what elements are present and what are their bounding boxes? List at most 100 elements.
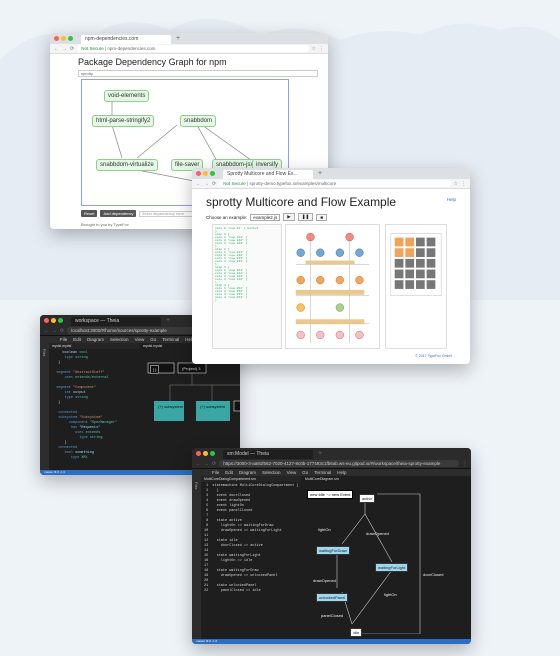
close-icon[interactable] [196,451,201,456]
new-tab-icon[interactable]: + [166,317,170,324]
menu-item[interactable]: Terminal [162,337,179,342]
menu-icon[interactable]: ⋮ [461,181,466,187]
back-icon[interactable]: ← [44,328,49,334]
close-icon[interactable] [196,171,201,176]
diagram-node[interactable]: [ ] [150,365,160,374]
close-icon[interactable] [44,318,49,323]
reload-icon[interactable]: ⟳ [212,181,216,187]
reset-button[interactable]: Reset [81,210,98,217]
menu-icon[interactable]: ⋮ [462,461,467,467]
new-tab-icon[interactable]: + [318,450,322,457]
core-overview [385,224,447,349]
url-field[interactable]: Not Secure | npm-dependencies.com [77,45,309,52]
forward-icon[interactable]: → [204,181,209,187]
code-panel[interactable]: core 0 'new k1' { bo=4+1} step 1 {core 1 … [212,224,282,349]
menu-item[interactable]: View [135,337,145,342]
pause-button[interactable]: ❚❚ [297,213,314,221]
menu-item[interactable]: Selection [110,337,129,342]
menu-item[interactable]: Edit [225,470,233,475]
transition-label: doorClosed [423,572,444,577]
maximize-icon[interactable] [68,36,73,41]
editor-tab[interactable]: MultiCoreDialogCompartment.sm [201,476,301,482]
back-icon[interactable]: ← [196,181,201,187]
page-title: sprotty Multicore and Flow Example [206,195,397,209]
star-icon[interactable]: ☆ [454,181,458,187]
back-icon[interactable]: ← [54,46,59,52]
state-waiting-for-draw[interactable]: waitingForDraw [316,546,350,555]
state-waiting-for-light[interactable]: waitingForLight [375,563,409,572]
example-select[interactable]: example2.js [250,213,281,221]
url-field[interactable]: https://3000-3-aa81f562-7020-4127-8c0b-1… [219,460,459,467]
note-node[interactable]: new Idle ~> new Event [307,490,354,499]
close-icon[interactable] [54,36,59,41]
menu-item[interactable]: Diagram [239,470,256,475]
code-editor[interactable]: 1 statemachine MultiCoreDialogCompartmen… [204,484,299,594]
minimize-icon[interactable] [203,171,208,176]
address-bar: ← → ⟳ https://3000-3-aa81f562-7020-4127-… [192,459,471,469]
menu-icon[interactable]: ⋮ [319,46,324,52]
graph-node[interactable]: html-parse-stringify2 [92,115,155,127]
explorer-icon[interactable]: Files [194,482,198,489]
explorer-icon[interactable]: Files [42,349,46,356]
dependency-input[interactable]: Enter dependency here [139,210,200,217]
star-icon[interactable]: ☆ [312,46,316,52]
maximize-icon[interactable] [210,451,215,456]
statemachine-window: sm:Model — Theia + ← → ⟳ https://3000-3-… [192,448,471,644]
editor-tab[interactable]: mydsl.mydsl [49,343,139,349]
reload-icon[interactable]: ⟳ [60,328,64,334]
new-tab-icon[interactable]: + [318,170,322,177]
menu-item[interactable]: File [212,470,219,475]
menu-item[interactable]: Terminal [314,470,331,475]
browser-tab[interactable]: sm:Model — Theia [223,450,313,459]
state-idle[interactable]: idle [350,628,363,637]
state-active[interactable]: active [359,494,376,503]
graph-node[interactable]: snabbdom-virtualize [96,159,158,171]
choose-label: Choose an example: [206,214,248,220]
minimize-icon[interactable] [61,36,66,41]
maximize-icon[interactable] [210,171,215,176]
menu-item[interactable]: Selection [262,470,281,475]
reload-icon[interactable]: ⟳ [212,461,216,467]
menu-item[interactable]: Edit [73,337,81,342]
browser-tab[interactable]: npm-dependencies.com [81,35,171,44]
footer-credit: Brought to you by TypeFox [81,222,129,227]
transition-label: lightOn [318,527,331,532]
code-editor[interactable]: boolean cool type string } segment "Abst… [52,351,117,461]
menu-item[interactable]: View [287,470,297,475]
maximize-icon[interactable] [58,318,63,323]
browser-tab[interactable]: Sprotty Multicore and Flow Ex... [223,170,313,179]
add-dependency-button[interactable]: Add dependency [100,210,137,217]
menu-item[interactable]: Go [302,470,308,475]
reload-icon[interactable]: ⟳ [70,46,74,52]
menu-item[interactable]: Go [150,337,156,342]
menu-item[interactable]: Diagram [87,337,104,342]
diagram-node[interactable]: (Project) 3 [180,365,202,372]
search-input[interactable]: sprotty [78,70,318,77]
forward-icon[interactable]: → [52,328,57,334]
help-link[interactable]: Help [447,197,456,202]
menu-item[interactable]: File [60,337,67,342]
transition-label: lightOn [384,592,397,597]
address-bar: ← → ⟳ Not Secure | npm-dependencies.com … [50,44,328,54]
url-field[interactable]: Not Secure | sprotty-demo.typefox.io/exa… [219,180,451,187]
diagram-node[interactable]: (+) subsystem [156,403,185,410]
transition-label: drawOpened [313,578,336,583]
forward-icon[interactable]: → [62,46,67,52]
new-tab-icon[interactable]: + [176,35,180,42]
minimize-icon[interactable] [51,318,56,323]
state-unlocked-panel[interactable]: unlockedPanel [316,593,349,602]
credit-link[interactable]: © 2017 TypeFox GmbH [415,354,452,358]
graph-node[interactable]: void-elements [104,90,150,102]
back-icon[interactable]: ← [196,461,201,467]
forward-icon[interactable]: → [204,461,209,467]
stop-button[interactable]: ■ [316,213,328,221]
diagram-node[interactable]: (+) subsystem [198,403,227,410]
url-text: sprotty-demo.typefox.io/examples/multico… [249,181,337,186]
diagram-tab[interactable]: MultiCoreDiagram.sm [302,476,471,482]
menu-item[interactable]: Help [337,470,346,475]
play-button[interactable]: ▶ [283,213,295,221]
graph-node[interactable]: snabbdom [180,115,217,127]
browser-tab[interactable]: workspace — Theia [71,317,161,326]
code-line: 22 panelClosed => idle [204,589,261,593]
minimize-icon[interactable] [203,451,208,456]
